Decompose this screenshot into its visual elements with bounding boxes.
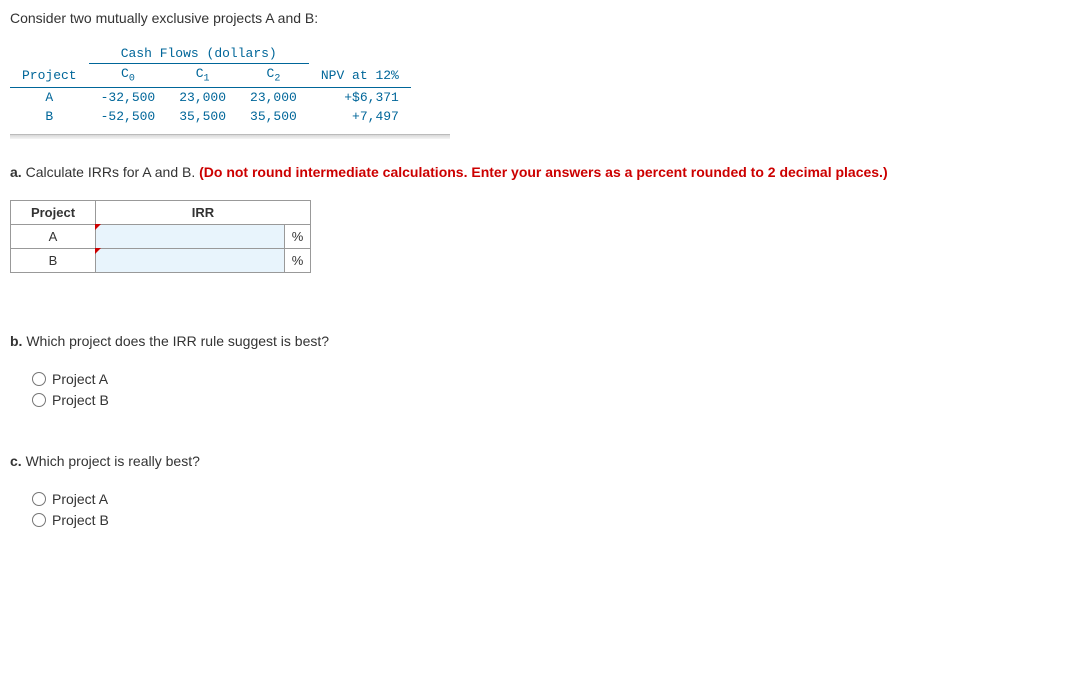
irr-a-input[interactable] — [96, 225, 284, 248]
divider — [10, 134, 450, 139]
qb-option-b[interactable]: Project B — [32, 392, 1079, 408]
input-header-project: Project — [11, 200, 96, 224]
pct-label-b: % — [285, 248, 311, 272]
col-c1: C1 — [167, 64, 238, 88]
cash-flow-table: Cash Flows (dollars) Project C0 C1 C2 NP… — [10, 44, 411, 126]
qc-option-a[interactable]: Project A — [32, 491, 1079, 507]
question-b: b. Which project does the IRR rule sugge… — [10, 333, 1079, 349]
pct-label-a: % — [285, 224, 311, 248]
qc-radio-a[interactable] — [32, 492, 46, 506]
input-row-a-label: A — [11, 224, 96, 248]
qb-radio-b[interactable] — [32, 393, 46, 407]
irr-input-table: Project IRR A % B % — [10, 200, 311, 273]
col-npv: NPV at 12% — [309, 64, 411, 88]
input-header-irr: IRR — [96, 200, 311, 224]
question-c: c. Which project is really best? — [10, 453, 1079, 469]
input-row-b-label: B — [11, 248, 96, 272]
qc-option-b[interactable]: Project B — [32, 512, 1079, 528]
intro-text: Consider two mutually exclusive projects… — [10, 10, 1079, 26]
row-a: A -32,500 23,000 23,000 +$6,371 — [10, 87, 411, 107]
qb-option-a[interactable]: Project A — [32, 371, 1079, 387]
cf-header: Cash Flows (dollars) — [89, 44, 309, 64]
col-project: Project — [10, 64, 89, 88]
question-a: a. Calculate IRRs for A and B. (Do not r… — [10, 164, 1079, 180]
row-b: B -52,500 35,500 35,500 +7,497 — [10, 107, 411, 126]
col-c2: C2 — [238, 64, 309, 88]
irr-b-input[interactable] — [96, 249, 284, 272]
question-b-options: Project A Project B — [10, 371, 1079, 408]
question-c-options: Project A Project B — [10, 491, 1079, 528]
qc-radio-b[interactable] — [32, 513, 46, 527]
qb-radio-a[interactable] — [32, 372, 46, 386]
col-c0: C0 — [89, 64, 168, 88]
